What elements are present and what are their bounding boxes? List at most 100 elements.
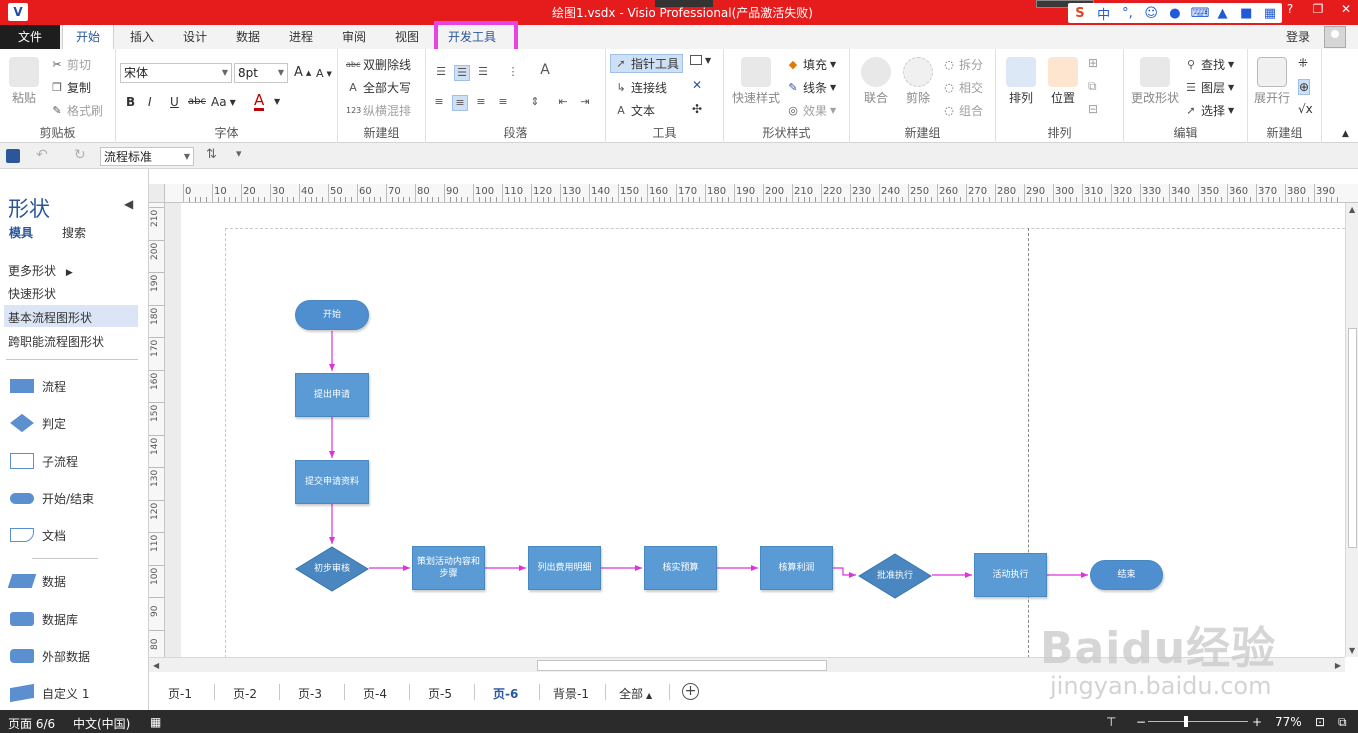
shape-database[interactable]: 数据库: [10, 609, 140, 629]
bullets-button[interactable]: ⋮: [506, 65, 520, 79]
quick-styles-button[interactable]: 快速样式: [730, 57, 782, 106]
grow-font-button[interactable]: A ▲: [294, 65, 311, 80]
flow-end[interactable]: 结束: [1090, 560, 1163, 590]
cut-button[interactable]: ✂ 剪切: [50, 56, 91, 73]
vertical-scrollbar[interactable]: ▲ ▼: [1345, 203, 1358, 657]
format-painter-button[interactable]: ✎ 格式刷: [50, 102, 103, 119]
layers-button[interactable]: ☰ 图层 ▼: [1184, 79, 1234, 96]
zoom-slider-thumb[interactable]: [1184, 716, 1188, 727]
tab-review[interactable]: 审阅: [340, 25, 368, 49]
ime-toolbar[interactable]: S 中 °, ☺ ● ⌨ ▲ ■ ▦: [1068, 3, 1282, 23]
sqrt-icon[interactable]: √x: [1298, 102, 1313, 116]
cross-functional-link[interactable]: 跨职能流程图形状: [8, 333, 104, 350]
tab-insert[interactable]: 插入: [128, 25, 156, 49]
vertical-text-button[interactable]: 123 纵横混排: [346, 102, 411, 119]
grid-icon[interactable]: ▦: [1262, 6, 1278, 21]
shape-start-end[interactable]: 开始/结束: [10, 488, 140, 508]
select-button[interactable]: ➚ 选择 ▼: [1184, 102, 1234, 119]
tab-file[interactable]: 文件: [0, 25, 60, 49]
all-caps-button[interactable]: A 全部大写: [346, 79, 411, 96]
text-direction-button[interactable]: A: [538, 63, 552, 77]
change-shape-button[interactable]: 更改形状: [1128, 57, 1182, 106]
copy-button[interactable]: ❐ 复制: [50, 79, 91, 96]
connector-line[interactable]: [833, 567, 856, 578]
tab-view[interactable]: 视图: [393, 25, 421, 49]
vertical-ruler[interactable]: 210 200 190 180 170 160 150 140 130 120 110 100 90 80: [149, 203, 165, 657]
shape-data[interactable]: 数据: [7, 571, 140, 591]
tab-design[interactable]: 设计: [181, 25, 209, 49]
shape-document[interactable]: 文档: [10, 525, 140, 545]
punct-icon[interactable]: °,: [1119, 6, 1135, 21]
align-shapes-icon[interactable]: ⊞: [1088, 56, 1098, 70]
avatar[interactable]: [1324, 26, 1346, 48]
flow-process-5[interactable]: 核实预算: [644, 546, 717, 590]
flow-process-4[interactable]: 列出费用明细: [528, 546, 601, 590]
more-shapes-link[interactable]: 更多形状 ▶: [8, 262, 73, 279]
align-bottom-button[interactable]: ☰: [476, 65, 490, 79]
flow-decision-2[interactable]: 批准执行: [858, 553, 932, 599]
find-button[interactable]: ⚲ 查找 ▼: [1184, 56, 1234, 73]
basic-flowchart-link[interactable]: 基本流程图形状: [8, 309, 92, 326]
line-button[interactable]: ✎ 线条 ▼: [786, 79, 836, 96]
page-tab-all[interactable]: 全部 ▲: [619, 685, 652, 702]
font-name-combo[interactable]: 宋体 ▼: [120, 63, 232, 83]
status-language[interactable]: 中文(中国): [73, 715, 130, 732]
shape-custom-1[interactable]: 自定义 1: [10, 683, 140, 703]
align-center-button[interactable]: ≡: [452, 95, 468, 111]
tab-data[interactable]: 数据: [234, 25, 262, 49]
flow-process-1[interactable]: 提出申请: [295, 373, 369, 417]
save-icon[interactable]: [6, 149, 20, 163]
text-tool-button[interactable]: A 文本: [614, 102, 655, 119]
scroll-right-icon[interactable]: ▶: [1335, 661, 1341, 670]
effects-button[interactable]: ◎ 效果 ▼: [786, 102, 836, 119]
shape-external-data[interactable]: 外部数据: [10, 646, 140, 666]
sogou-icon[interactable]: S: [1072, 6, 1088, 21]
shape-decision[interactable]: 判定: [10, 413, 140, 433]
paste-button[interactable]: 粘贴: [6, 57, 42, 106]
split-button[interactable]: ◌ 拆分: [942, 56, 983, 73]
mic-icon[interactable]: ●: [1167, 6, 1183, 21]
arrange-button[interactable]: 排列: [1002, 57, 1040, 106]
keyboard-icon[interactable]: ⌨: [1191, 6, 1210, 21]
add-page-icon[interactable]: +: [682, 683, 699, 700]
connector-button[interactable]: ↳ 连接线: [614, 79, 667, 96]
page-tab-2[interactable]: 页-2: [233, 685, 257, 702]
justify-button[interactable]: ≡: [496, 95, 510, 109]
qat-custom-icon[interactable]: ⇅: [206, 147, 217, 162]
flow-start[interactable]: 开始: [295, 300, 369, 330]
help-icon[interactable]: ?: [1282, 2, 1298, 16]
font-color-dropdown[interactable]: ▼: [274, 97, 280, 106]
flow-process-7[interactable]: 活动执行: [974, 553, 1047, 597]
tab-process[interactable]: 进程: [287, 25, 315, 49]
vertical-scroll-thumb[interactable]: [1348, 328, 1357, 548]
zoom-slider-track[interactable]: [1148, 721, 1248, 722]
emoji-icon[interactable]: ☺: [1143, 6, 1159, 21]
flow-process-2[interactable]: 提交申请资料: [295, 460, 369, 504]
macro-record-icon[interactable]: ▦: [150, 715, 161, 729]
spacing-button[interactable]: ⇕: [528, 95, 542, 109]
bold-button[interactable]: B: [126, 95, 135, 109]
quick-shapes-link[interactable]: 快速形状: [8, 285, 56, 302]
scroll-left-icon[interactable]: ◀: [153, 661, 159, 670]
fit-page-icon[interactable]: ⊡: [1315, 715, 1325, 729]
status-page-number[interactable]: 页面 6/6: [8, 715, 55, 732]
zoom-out-icon[interactable]: −: [1136, 715, 1146, 729]
tab-stencil[interactable]: 模具: [9, 224, 33, 241]
style-combo[interactable]: 流程标准 ▼: [100, 147, 194, 166]
combine-button[interactable]: ◌ 组合: [942, 102, 983, 119]
decrease-indent-button[interactable]: ⇤: [556, 95, 570, 109]
strikethrough-button[interactable]: abc: [188, 96, 206, 107]
flow-process-3[interactable]: 策划活动内容和步骤: [412, 546, 485, 590]
align-right-button[interactable]: ≡: [474, 95, 488, 109]
zoom-level[interactable]: 77%: [1275, 715, 1302, 729]
increase-indent-button[interactable]: ⇥: [578, 95, 592, 109]
math-grid-icon[interactable]: ⊕: [1298, 79, 1311, 95]
tab-search[interactable]: 搜索: [62, 224, 86, 241]
group-shapes-icon[interactable]: ⧉: [1088, 79, 1097, 94]
double-strikethrough-button[interactable]: abc 双删除线: [346, 56, 411, 73]
login-link[interactable]: 登录: [1286, 28, 1310, 45]
drawing-canvas[interactable]: 开始 提出申请 提交申请资料 初步审核 策划活动内容和步骤 列出费用明细 核实预…: [165, 203, 1345, 657]
page-tab-5[interactable]: 页-5: [428, 685, 452, 702]
flow-process-6[interactable]: 核算利润: [760, 546, 833, 590]
page-tab-background-1[interactable]: 背景-1: [553, 685, 589, 702]
